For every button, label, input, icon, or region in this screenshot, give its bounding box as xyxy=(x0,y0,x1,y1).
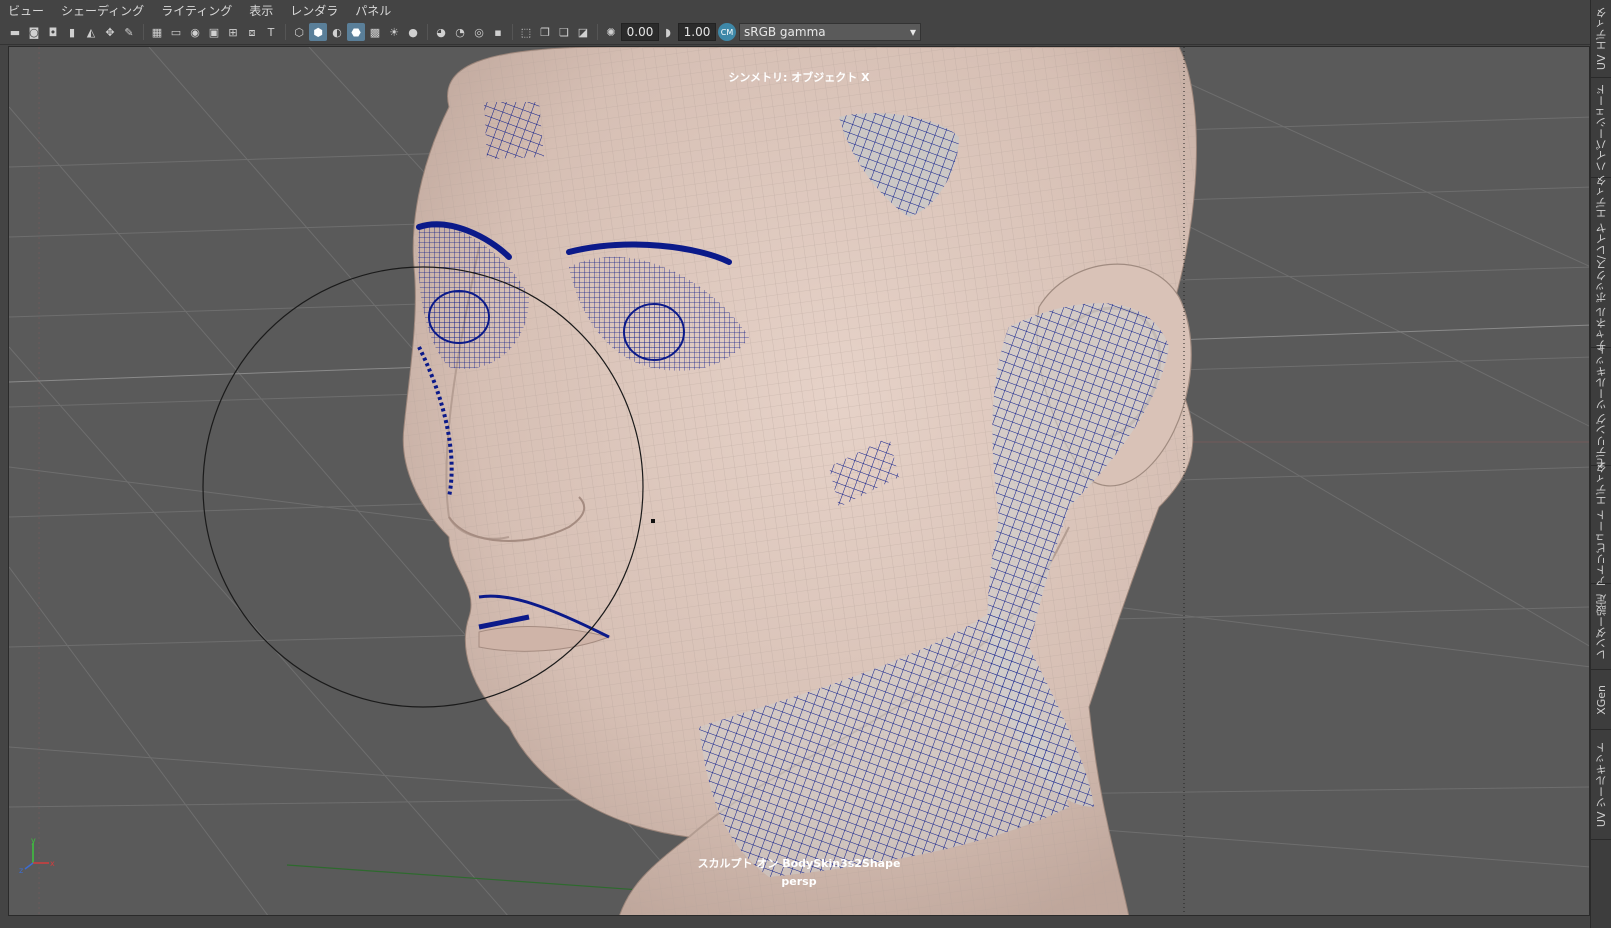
use-lights-icon[interactable]: ☀ xyxy=(385,23,403,41)
axis-y-label: y xyxy=(31,837,36,845)
toolbar-separator xyxy=(143,24,144,40)
hud-symmetry: シンメトリ: オブジェクト X xyxy=(728,71,870,84)
textured-icon[interactable]: ▩ xyxy=(366,23,384,41)
shadows-icon[interactable]: ● xyxy=(404,23,422,41)
anti-aliasing-icon[interactable]: ◎ xyxy=(470,23,488,41)
brush-center-dot xyxy=(651,519,655,523)
isolate-select-icon[interactable]: ◪ xyxy=(574,23,592,41)
wireframe-icon[interactable]: ⬡ xyxy=(290,23,308,41)
axis-x-label: x xyxy=(50,859,55,868)
axis-z-label: z xyxy=(19,866,23,875)
viewport-menubar: ビュー シェーディング ライティング 表示 レンダラ パネル xyxy=(0,0,1590,20)
resolution-gate-icon[interactable]: ◉ xyxy=(186,23,204,41)
tab-label: XGen xyxy=(1595,684,1608,715)
tab-modeling-toolkit[interactable]: モデリング ツールキット xyxy=(1591,344,1611,469)
grease-pencil-icon[interactable]: ✎ xyxy=(120,23,138,41)
tab-label: モデリング ツールキット xyxy=(1594,344,1608,469)
hud-camera-name: persp xyxy=(781,875,817,888)
menu-shading[interactable]: シェーディング xyxy=(61,2,144,19)
3d-viewport[interactable]: シンメトリ: オブジェクト X スカルプト オン BodySkin3s2Shap… xyxy=(8,46,1590,916)
toolbar-separator xyxy=(597,24,598,40)
safe-action-icon[interactable]: ⧈ xyxy=(243,23,261,41)
menu-renderer[interactable]: レンダラ xyxy=(290,2,338,19)
gamma-icon[interactable]: ◗ xyxy=(659,23,677,41)
exposure-field[interactable]: 0.00 xyxy=(621,23,659,41)
color-management-icon[interactable]: CM xyxy=(718,23,736,41)
default-material-icon[interactable]: ◐ xyxy=(328,23,346,41)
tab-label: ハイパーシェード xyxy=(1594,83,1608,172)
xray-icon[interactable]: ⬚ xyxy=(517,23,535,41)
axis-gizmo: y x z xyxy=(19,837,55,875)
safe-title-icon[interactable]: T xyxy=(262,23,280,41)
menu-view[interactable]: ビュー xyxy=(8,2,44,19)
tab-label: UV ツールキット xyxy=(1594,741,1608,828)
menu-panels[interactable]: パネル xyxy=(355,2,391,19)
field-chart-icon[interactable]: ⊞ xyxy=(224,23,242,41)
tab-label: アトリビュート エディタ xyxy=(1594,462,1608,587)
ambient-occlusion-icon[interactable]: ◕ xyxy=(432,23,450,41)
pan-zoom-icon[interactable]: ✥ xyxy=(101,23,119,41)
toolbar-separator xyxy=(285,24,286,40)
exposure-icon[interactable]: ✺ xyxy=(602,23,620,41)
gate-mask-icon[interactable]: ▣ xyxy=(205,23,223,41)
camera-icon[interactable]: ▬ xyxy=(6,23,24,41)
tab-xgen[interactable]: XGen xyxy=(1591,670,1611,730)
viewport-scene xyxy=(9,47,1589,915)
chevron-down-icon: ▾ xyxy=(909,25,916,39)
toolbar-separator xyxy=(512,24,513,40)
tab-label: UV エディタ xyxy=(1594,6,1608,71)
backface-cull-icon[interactable]: ❏ xyxy=(555,23,573,41)
depth-of-field-icon[interactable]: ▪ xyxy=(489,23,507,41)
colorspace-dropdown[interactable]: sRGB gamma ▾ xyxy=(739,23,921,41)
smooth-shade-icon[interactable]: ⬢ xyxy=(309,23,327,41)
tab-hypershade[interactable]: ハイパーシェード xyxy=(1591,78,1611,178)
bookmark-icon[interactable]: ▮ xyxy=(63,23,81,41)
tab-label: レンダー設定 xyxy=(1594,593,1608,660)
bookmark-camera-icon[interactable]: ◘ xyxy=(44,23,62,41)
grid-icon[interactable]: ▦ xyxy=(148,23,166,41)
toolbar-separator xyxy=(427,24,428,40)
tab-uv-toolkit[interactable]: UV ツールキット xyxy=(1591,730,1611,840)
menu-show[interactable]: 表示 xyxy=(249,2,273,19)
tab-channel-box[interactable]: チャネル ボックス/レイヤ エディタ xyxy=(1591,174,1611,351)
xray-joints-icon[interactable]: ❐ xyxy=(536,23,554,41)
camera-attr-icon[interactable]: ◙ xyxy=(25,23,43,41)
tab-render-settings[interactable]: レンダー設定 xyxy=(1591,584,1611,670)
motion-blur-icon[interactable]: ◔ xyxy=(451,23,469,41)
right-dock-tabs: UV エディタ ハイパーシェード チャネル ボックス/レイヤ エディタ モデリン… xyxy=(1590,0,1611,928)
viewport-bottom-strip xyxy=(0,916,1590,928)
viewport-toolbar: ▬ ◙ ◘ ▮ ◭ ✥ ✎ ▦ ▭ ◉ ▣ ⊞ ⧈ T ⬡ ⬢ ◐ ⬣ ▩ ☀ … xyxy=(0,20,1590,45)
wireframe-on-shaded-icon[interactable]: ⬣ xyxy=(347,23,365,41)
colorspace-label: sRGB gamma xyxy=(744,25,826,39)
hud-sculpt-target: スカルプト オン BodySkin3s2Shape xyxy=(697,857,901,870)
menu-lighting[interactable]: ライティング xyxy=(161,2,232,19)
tab-attribute-editor[interactable]: アトリビュート エディタ xyxy=(1591,462,1611,587)
tab-uv-editor[interactable]: UV エディタ xyxy=(1591,0,1611,78)
gamma-field[interactable]: 1.00 xyxy=(678,23,716,41)
film-gate-icon[interactable]: ▭ xyxy=(167,23,185,41)
tab-label: チャネル ボックス/レイヤ エディタ xyxy=(1594,174,1608,351)
image-plane-icon[interactable]: ◭ xyxy=(82,23,100,41)
